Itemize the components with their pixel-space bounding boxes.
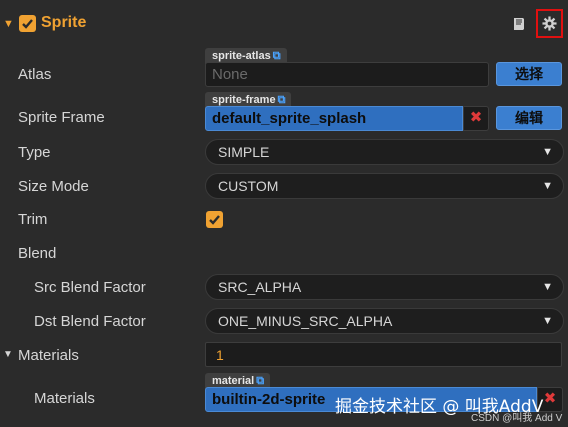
external-link-icon[interactable]: ⧉ bbox=[278, 94, 286, 106]
blend-label: Blend bbox=[18, 245, 57, 262]
gear-icon bbox=[542, 16, 557, 31]
sprite-frame-field[interactable]: default_sprite_splash bbox=[205, 106, 463, 131]
trim-label: Trim bbox=[18, 211, 48, 228]
dropdown-caret-icon: ▼ bbox=[542, 180, 553, 192]
size-mode-select[interactable]: CUSTOM ▼ bbox=[205, 173, 564, 199]
material-tag-text: material bbox=[212, 375, 255, 387]
csdn-watermark: CSDN @叫我 Add V bbox=[471, 413, 563, 424]
materials-label: Materials bbox=[18, 347, 79, 364]
size-mode-label: Size Mode bbox=[18, 178, 89, 195]
collapse-arrow-icon[interactable]: ▼ bbox=[3, 18, 14, 30]
type-value: SIMPLE bbox=[218, 144, 270, 160]
settings-button[interactable] bbox=[536, 9, 563, 38]
src-blend-factor-select[interactable]: SRC_ALPHA ▼ bbox=[205, 274, 564, 300]
materials-count-field[interactable]: 1 bbox=[205, 342, 562, 367]
dst-blend-factor-value: ONE_MINUS_SRC_ALPHA bbox=[218, 313, 393, 329]
src-blend-factor-label: Src Blend Factor bbox=[34, 279, 146, 296]
dst-blend-factor-label: Dst Blend Factor bbox=[34, 313, 146, 330]
sprite-frame-edit-button[interactable]: 编辑 bbox=[496, 106, 562, 130]
component-enabled-checkbox[interactable] bbox=[19, 15, 36, 32]
type-select[interactable]: SIMPLE ▼ bbox=[205, 139, 564, 165]
sprite-frame-value: default_sprite_splash bbox=[212, 110, 367, 127]
atlas-field[interactable]: None bbox=[205, 62, 489, 87]
component-header: ▼ Sprite bbox=[0, 0, 568, 48]
materials-item-label: Materials bbox=[34, 390, 95, 407]
atlas-select-button[interactable]: 选择 bbox=[496, 62, 562, 86]
size-mode-value: CUSTOM bbox=[218, 178, 279, 194]
src-blend-factor-value: SRC_ALPHA bbox=[218, 279, 302, 295]
material-value: builtin-2d-sprite bbox=[212, 391, 326, 408]
trim-checkbox[interactable] bbox=[206, 211, 223, 228]
external-link-icon[interactable]: ⧉ bbox=[256, 375, 264, 387]
sprite-frame-tag-text: sprite-frame bbox=[212, 94, 276, 106]
atlas-tag-text: sprite-atlas bbox=[212, 50, 271, 62]
dropdown-caret-icon: ▼ bbox=[542, 146, 553, 158]
sprite-frame-label: Sprite Frame bbox=[18, 109, 105, 126]
book-icon[interactable] bbox=[511, 16, 527, 32]
dst-blend-factor-select[interactable]: ONE_MINUS_SRC_ALPHA ▼ bbox=[205, 308, 564, 334]
dropdown-caret-icon: ▼ bbox=[542, 315, 553, 327]
external-link-icon[interactable]: ⧉ bbox=[273, 50, 281, 62]
type-label: Type bbox=[18, 144, 51, 161]
clear-x-icon[interactable]: ✖ bbox=[463, 106, 489, 131]
component-title: Sprite bbox=[41, 14, 87, 31]
dropdown-caret-icon: ▼ bbox=[542, 281, 553, 293]
atlas-value: None bbox=[212, 66, 248, 83]
atlas-label: Atlas bbox=[18, 66, 52, 83]
materials-collapse-arrow-icon[interactable]: ▼ bbox=[3, 349, 13, 360]
materials-count-value: 1 bbox=[216, 347, 224, 363]
